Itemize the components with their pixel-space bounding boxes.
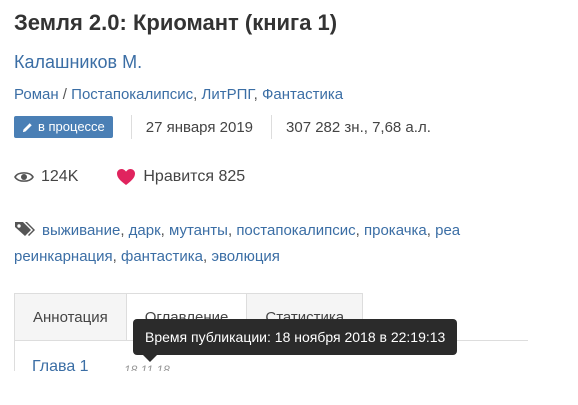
genre-breadcrumb: Роман / Постапокалипсис, ЛитРПГ, Фантаст… [14,86,343,103]
genre-link-postapocalypse[interactable]: Постапокалипсис [71,86,193,103]
tag-link[interactable]: реа [435,222,460,239]
status-label: в процессе [38,119,105,134]
tag-list: выживание, дарк, мутанты, постапокалипси… [14,218,528,270]
tag-link[interactable]: эволюция [211,248,280,265]
bottom-fade [0,371,578,405]
tag-link[interactable]: прокачка [364,222,427,239]
genre-separator: , [193,86,202,103]
tag-link[interactable]: постапокалипсис [236,222,355,239]
meta-divider [130,115,132,139]
like-label[interactable]: Нравится [143,168,214,186]
genre-link-novel[interactable]: Роман [14,86,59,103]
genre-separator: , [253,86,263,103]
genre-separator: / [58,86,72,103]
tag-link[interactable]: выживание [42,222,120,239]
publish-date: 27 января 2019 [145,118,254,136]
tag-separator: , [355,222,364,239]
heart-icon[interactable] [116,168,136,186]
tag-separator: , [112,248,121,265]
author-link[interactable]: Калашников М. [14,52,142,73]
book-stats: 124K Нравится 825 [14,168,245,186]
tab-annotation[interactable]: Аннотация [14,293,126,341]
tag-link[interactable]: мутанты [169,222,228,239]
tag-link[interactable]: реинкарнация [14,248,113,265]
genre-link-litrpg[interactable]: ЛитРПГ [202,86,254,103]
book-size: 307 282 зн., 7,68 а.л. [286,118,431,136]
tag-separator: , [426,222,436,239]
likes-count: 825 [218,168,246,185]
tags-icon [14,221,38,237]
book-meta: в процессе 27 января 2019 307 282 зн., 7… [14,115,431,139]
tag-separator: , [160,222,169,239]
genre-link-fantasy[interactable]: Фантастика [262,86,343,103]
tag-separator: , [120,222,129,239]
tag-link[interactable]: фантастика [121,248,203,265]
pencil-icon [22,122,33,133]
publish-time-tooltip: Время публикации: 18 ноября 2018 в 22:19… [133,319,458,355]
tag-link[interactable]: дарк [129,222,161,239]
eye-icon [14,170,34,184]
status-badge: в процессе [14,116,113,138]
views-count: 124K [41,168,79,185]
tooltip-arrow [143,355,157,362]
meta-divider [271,115,273,139]
book-title: Земля 2.0: Криомант (книга 1) [14,10,338,35]
